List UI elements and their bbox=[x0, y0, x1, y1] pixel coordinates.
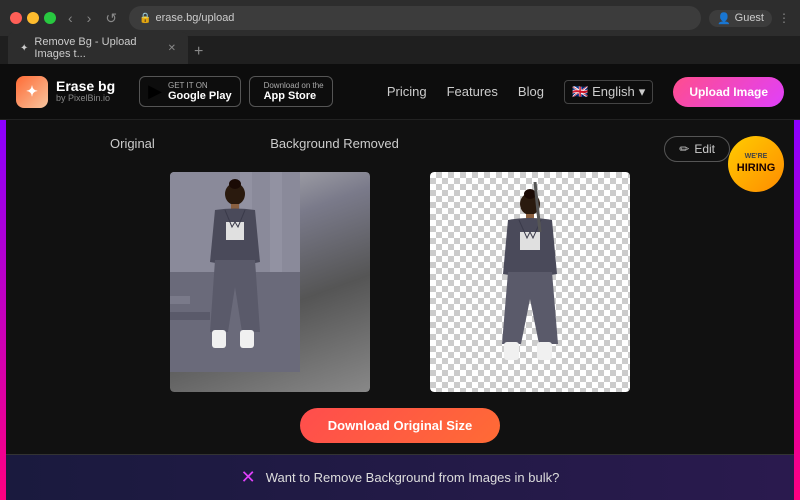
address-bar[interactable]: 🔒 erase.bg/upload bbox=[129, 6, 701, 30]
bulk-icon: ✕ bbox=[241, 467, 256, 488]
upload-image-button[interactable]: Upload Image bbox=[673, 77, 784, 107]
blog-link[interactable]: Blog bbox=[518, 84, 544, 99]
menu-icon[interactable]: ⋮ bbox=[778, 11, 790, 25]
new-tab-button[interactable]: + bbox=[194, 44, 203, 64]
original-person-svg bbox=[170, 172, 300, 372]
bg-removed-image-container bbox=[430, 172, 630, 392]
window-controls bbox=[10, 12, 56, 24]
edit-label: Edit bbox=[694, 142, 715, 156]
back-button[interactable]: ‹ bbox=[64, 8, 77, 28]
original-image bbox=[170, 172, 370, 392]
language-selector[interactable]: 🇬🇧 English ▾ bbox=[564, 80, 653, 104]
download-button[interactable]: Download Original Size bbox=[300, 408, 500, 443]
nav-links: Pricing Features Blog 🇬🇧 English ▾ Uploa… bbox=[387, 77, 784, 107]
hiring-main-text: HIRING bbox=[737, 162, 776, 175]
google-play-sub: GET IT ON bbox=[168, 81, 232, 90]
browser-chrome: ‹ › ↺ 🔒 erase.bg/upload 👤 Guest ⋮ bbox=[0, 0, 800, 36]
app-store-badge[interactable]: Download on the App Store bbox=[249, 76, 333, 107]
store-badges: ▶ GET IT ON Google Play Download on the … bbox=[139, 76, 332, 107]
pencil-icon: ✏ bbox=[679, 142, 689, 156]
lock-icon: 🔒 bbox=[139, 13, 151, 24]
forward-button[interactable]: › bbox=[83, 8, 96, 28]
bg-removed-person-svg bbox=[465, 182, 595, 382]
person-overlay bbox=[430, 172, 630, 392]
image-panels bbox=[170, 172, 630, 392]
browser-actions: 👤 Guest ⋮ bbox=[709, 10, 790, 27]
content-area: Original Background Removed ✏ Edit bbox=[20, 136, 780, 493]
guest-label: Guest bbox=[735, 12, 764, 24]
close-button[interactable] bbox=[10, 12, 22, 24]
google-play-icon: ▶ bbox=[148, 81, 162, 102]
original-label: Original bbox=[100, 136, 155, 151]
logo-icon: ✦ bbox=[16, 76, 48, 108]
google-play-text: GET IT ON Google Play bbox=[168, 81, 232, 102]
maximize-button[interactable] bbox=[44, 12, 56, 24]
features-link[interactable]: Features bbox=[447, 84, 498, 99]
main-content: WE'RE HIRING Original Background Removed… bbox=[0, 120, 800, 500]
google-play-badge[interactable]: ▶ GET IT ON Google Play bbox=[139, 76, 240, 107]
hiring-badge[interactable]: WE'RE HIRING bbox=[728, 136, 784, 192]
minimize-button[interactable] bbox=[27, 12, 39, 24]
pricing-link[interactable]: Pricing bbox=[387, 84, 427, 99]
bulk-banner[interactable]: ✕ Want to Remove Background from Images … bbox=[6, 454, 794, 500]
tab-close-button[interactable]: ✕ bbox=[168, 43, 176, 54]
bg-removed-image-panel bbox=[430, 172, 630, 392]
original-image-container bbox=[170, 172, 370, 392]
hiring-pre-text: WE'RE bbox=[745, 153, 768, 161]
bg-removed-image bbox=[430, 172, 630, 392]
language-label: English bbox=[592, 84, 635, 99]
original-image-panel bbox=[170, 172, 370, 392]
logo-text: Erase bg by PixelBin.io bbox=[56, 79, 115, 104]
google-play-name: Google Play bbox=[168, 90, 232, 102]
logo-subtitle: by PixelBin.io bbox=[56, 94, 115, 104]
reload-button[interactable]: ↺ bbox=[101, 8, 121, 29]
logo[interactable]: ✦ Erase bg by PixelBin.io bbox=[16, 76, 115, 108]
logo-title: Erase bg bbox=[56, 79, 115, 94]
url-text: erase.bg/upload bbox=[156, 12, 235, 24]
panel-headers: Original Background Removed ✏ Edit bbox=[50, 136, 750, 162]
guest-badge: 👤 Guest bbox=[709, 10, 772, 27]
tab-bar: ✦ Remove Bg - Upload Images t... ✕ + bbox=[0, 36, 800, 64]
app-store-name: App Store bbox=[264, 90, 324, 102]
bg-removed-label: Background Removed bbox=[260, 136, 399, 151]
app-store-text: Download on the App Store bbox=[264, 81, 324, 102]
browser-navigation: ‹ › ↺ bbox=[64, 8, 121, 29]
user-icon: 👤 bbox=[717, 12, 731, 25]
active-tab[interactable]: ✦ Remove Bg - Upload Images t... ✕ bbox=[8, 32, 188, 64]
tab-title: Remove Bg - Upload Images t... bbox=[34, 36, 161, 60]
app-store-sub: Download on the bbox=[264, 81, 324, 90]
tab-favicon: ✦ bbox=[20, 43, 28, 54]
bulk-text: Want to Remove Background from Images in… bbox=[266, 470, 560, 485]
chevron-down-icon: ▾ bbox=[639, 84, 646, 100]
flag-icon: 🇬🇧 bbox=[572, 84, 588, 100]
navbar: ✦ Erase bg by PixelBin.io ▶ GET IT ON Go… bbox=[0, 64, 800, 120]
edit-button[interactable]: ✏ Edit bbox=[664, 136, 730, 162]
